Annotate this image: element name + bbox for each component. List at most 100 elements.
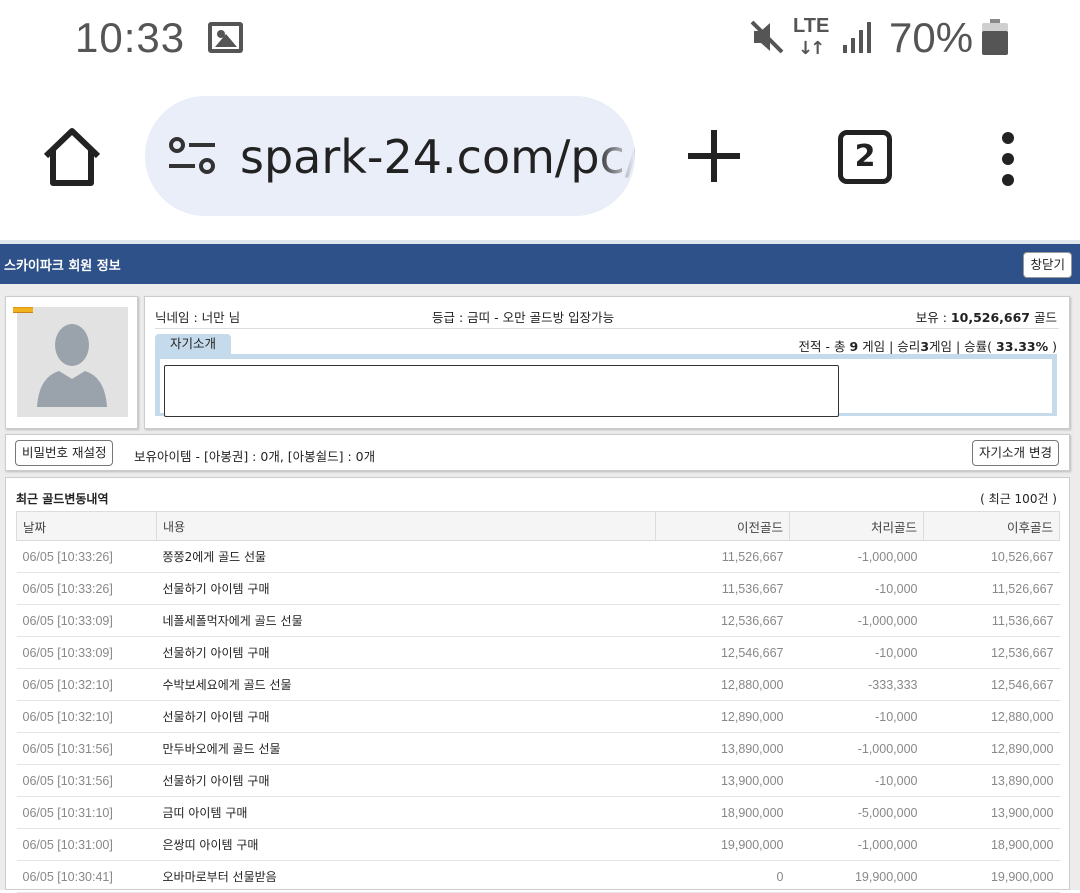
intro-frame (155, 354, 1057, 417)
history-count: ( 최근 100건 ) (980, 492, 1057, 506)
battery-icon (982, 19, 1008, 55)
table-row: 06/05 [10:30:41] 오바마로부터 선물받음 0 19,900,000 19… (16, 860, 1060, 893)
cell-desc: 수박보세요에게 골드 선물 (156, 668, 656, 701)
cell-change: -1,000,000 (789, 540, 924, 573)
cell-after: 12,536,667 (923, 636, 1060, 669)
cell-after: 11,536,667 (923, 604, 1060, 637)
total-games: 9 (849, 339, 859, 354)
game-record: 전적 - 총 9 게임 | 승리3게임 | 승률( 33.33% ) (799, 336, 1058, 355)
cell-after: 19,900,000 (923, 860, 1060, 893)
divider (155, 328, 1059, 329)
profile-picture-box (5, 296, 138, 429)
table-row: 06/05 [10:33:09] 네폴세폴먹자에게 골드 선물 12,536,667… (16, 604, 1060, 637)
status-time: 10:33 (75, 14, 186, 61)
cell-date: 06/05 [10:31:10] (16, 796, 157, 829)
more-vert-icon[interactable] (998, 132, 1018, 186)
cell-after: 13,900,000 (923, 796, 1060, 829)
table-row: 06/05 [10:31:00] 은쌍띠 아이템 구매 19,900,000 -1,0… (16, 828, 1060, 861)
close-window-button[interactable]: 창닫기 (1023, 252, 1072, 278)
cell-change: -10,000 (789, 572, 924, 605)
grade-label: 등급 : (432, 310, 464, 325)
table-row: 06/05 [10:32:10] 수박보세요에게 골드 선물 12,880,000-… (16, 668, 1060, 701)
cell-date: 06/05 [10:32:10] (16, 700, 157, 733)
cell-desc: 선물하기 아이템 구매 (156, 636, 656, 669)
network-type: LTE (793, 15, 830, 37)
cell-change: -10,000 (789, 700, 924, 733)
cell-date: 06/05 [10:33:09] (16, 604, 157, 637)
cell-date: 06/05 [10:31:56] (16, 732, 157, 765)
cell-after: 11,526,667 (923, 572, 1060, 605)
cell-date: 06/05 [10:33:26] (16, 540, 157, 573)
cell-change: -1,000,000 (789, 732, 924, 765)
cell-before: 11,536,667 (655, 572, 790, 605)
image-icon (208, 22, 243, 53)
cell-desc: 금띠 아이템 구매 (156, 796, 656, 829)
rank-badge-icon (13, 307, 33, 313)
cell-change: 19,900,000 (789, 860, 924, 893)
table-row: 06/05 [10:32:10] 선물하기 아이템 구매 12,890,000 -10… (16, 700, 1060, 733)
signal-icon (843, 22, 871, 53)
cell-change: -1,000,000 (789, 604, 924, 637)
default-avatar-icon (17, 307, 128, 417)
gold-amount: 10,526,667 (950, 310, 1030, 325)
cell-before: 13,890,000 (655, 732, 790, 765)
plus-icon[interactable] (688, 130, 740, 182)
cell-date: 06/05 [10:31:56] (16, 764, 157, 797)
url-text[interactable]: spark-24.com/pc/ (240, 130, 635, 184)
cell-change: -10,000 (789, 764, 924, 797)
cell-desc: 은쌍띠 아이템 구매 (156, 828, 656, 861)
cell-after: 18,900,000 (923, 828, 1060, 861)
gold-balance: 보유 : 10,526,667 골드 (916, 307, 1057, 326)
cell-change: -1,000,000 (789, 828, 924, 861)
tab-intro[interactable]: 자기소개 (155, 334, 231, 354)
history-table: 날짜 내용 이전골드 처리골드 이후골드 06/05 [10:33:26] 쫑쫑2… (16, 511, 1060, 893)
cell-date: 06/05 [10:32:10] (16, 668, 157, 701)
change-intro-button[interactable]: 자기소개 변경 (972, 440, 1059, 466)
tune-icon[interactable] (167, 136, 217, 176)
col-change: 처리골드 (789, 511, 924, 541)
record-prefix: 전적 - 총 (798, 339, 846, 354)
cell-date: 06/05 [10:33:26] (16, 572, 157, 605)
nickname-label: 닉네임 : (155, 310, 198, 325)
data-arrows-icon: ↓↑ (798, 38, 825, 59)
reset-password-button[interactable]: 비밀번호 재설정 (15, 440, 114, 466)
gold-label: 보유 : (915, 310, 947, 325)
cell-change: -10,000 (789, 636, 924, 669)
cell-change: -5,000,000 (789, 796, 924, 829)
cell-desc: 선물하기 아이템 구매 (156, 572, 656, 605)
record-suffix: ) (1052, 339, 1057, 354)
record-mid: 게임 | 승리 (862, 339, 921, 354)
gold-history: 최근 골드변동내역 ( 최근 100건 ) 날짜 내용 이전골드 처리골드 이후… (5, 477, 1070, 893)
cell-before: 19,900,000 (655, 828, 790, 861)
cell-before: 0 (655, 860, 790, 893)
tab-switcher-icon[interactable]: 2 (838, 130, 892, 184)
table-row: 06/05 [10:33:09] 선물하기 아이템 구매 12,546,667 -10… (16, 636, 1060, 669)
table-row: 06/05 [10:33:26] 선물하기 아이템 구매 11,536,667 -10… (16, 572, 1060, 605)
win-rate: 33.33% (996, 339, 1049, 354)
profile-info: 닉네임 : 너만 님 등급 : 금띠 - 오만 골드방 입장가능 보유 : 10… (144, 296, 1070, 429)
battery-percent: 70% (889, 14, 974, 61)
intro-inner (160, 359, 1052, 417)
status-bar: 10:33 LTE ↓↑ 70% (0, 0, 1080, 78)
table-header-row: 날짜 내용 이전골드 처리골드 이후골드 (16, 511, 1060, 541)
cell-before: 18,900,000 (655, 796, 790, 829)
mute-icon (750, 20, 784, 54)
table-row: 06/05 [10:31:56] 만두바오에게 골드 선물 13,890,000 -1… (16, 732, 1060, 765)
table-row: 06/05 [10:31:56] 선물하기 아이템 구매 13,900,000 -10… (16, 764, 1060, 797)
home-icon[interactable] (40, 126, 104, 188)
table-row: 06/05 [10:33:26] 쫑쫑2에게 골드 선물 11,526,667 -1,… (16, 540, 1060, 573)
intro-textarea[interactable] (164, 365, 839, 417)
cell-after: 12,880,000 (923, 700, 1060, 733)
cell-desc: 선물하기 아이템 구매 (156, 700, 656, 733)
record-rate-label: 게임 | 승률( (929, 339, 993, 354)
items-bar: 비밀번호 재설정 보유아이템 - [아봉권] : 0개, [아봉쉴드] : 0개… (5, 434, 1070, 471)
col-date: 날짜 (16, 511, 157, 541)
cell-date: 06/05 [10:30:41] (16, 860, 157, 893)
address-bar[interactable]: spark-24.com/pc/ (145, 96, 635, 216)
nickname: 닉네임 : 너만 님 (155, 307, 240, 326)
nickname-value: 너만 님 (201, 310, 241, 325)
cell-desc: 쫑쫑2에게 골드 선물 (156, 540, 656, 573)
grade: 등급 : 금띠 - 오만 골드방 입장가능 (432, 307, 614, 326)
cell-before: 12,536,667 (655, 604, 790, 637)
col-after: 이후골드 (923, 511, 1060, 541)
